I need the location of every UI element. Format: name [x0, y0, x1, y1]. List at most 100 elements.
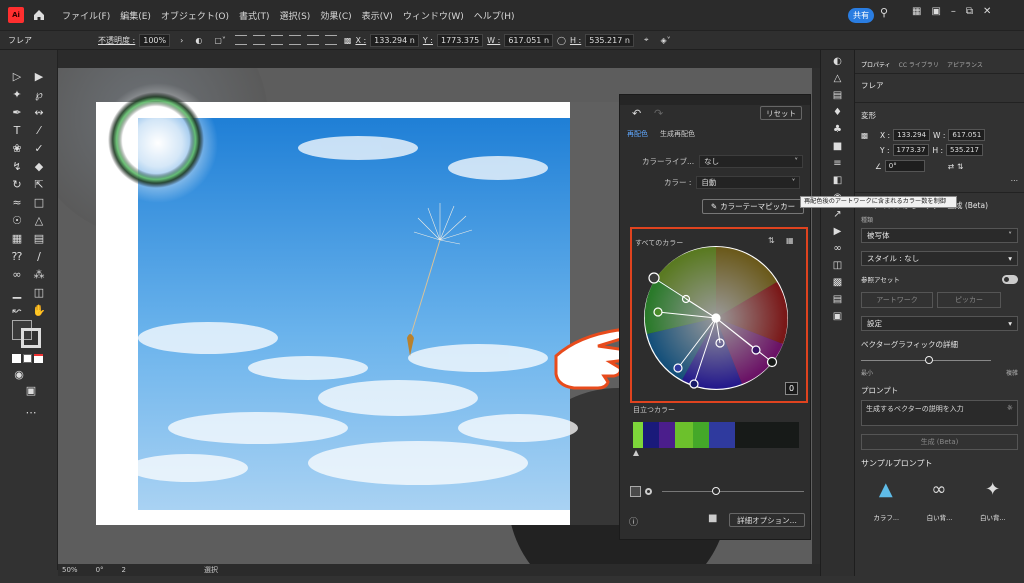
close-icon[interactable]: ✕: [983, 6, 991, 17]
canvas-vertical-scrollbar[interactable]: [812, 68, 820, 564]
draw-mode-icon[interactable]: ◉: [12, 368, 26, 382]
h-field[interactable]: 535.217 n: [585, 33, 634, 47]
actions-panel-icon[interactable]: ▶: [832, 226, 844, 237]
opacity-field[interactable]: 100%: [139, 33, 171, 47]
rocket-icon[interactable]: ▲: [879, 479, 893, 500]
links-panel-icon[interactable]: ∞: [832, 243, 844, 254]
reference-asset-toggle[interactable]: [1002, 274, 1018, 284]
saturation-slider-track[interactable]: [662, 491, 804, 492]
direct-selection-tool-icon[interactable]: ▶: [32, 70, 46, 84]
prominent-color-swatch[interactable]: [643, 422, 659, 448]
reference-point-icon[interactable]: ▩: [344, 36, 352, 45]
reset-button[interactable]: リセット: [760, 106, 802, 120]
align-top-icon[interactable]: [288, 35, 301, 45]
menu-view[interactable]: 表示(V): [362, 9, 393, 22]
lightbulb-icon[interactable]: ☼: [1007, 404, 1013, 422]
type-tool-icon[interactable]: T: [10, 124, 24, 138]
h-field[interactable]: 535.217: [946, 144, 983, 156]
align-panel-icon[interactable]: ▤: [832, 294, 844, 305]
angle-field[interactable]: 0°: [884, 160, 925, 172]
w-field[interactable]: 617.051: [948, 129, 986, 141]
artboard-nav[interactable]: 2: [122, 566, 126, 574]
align-right-icon[interactable]: [270, 35, 283, 45]
status-mode[interactable]: 選択: [204, 565, 218, 575]
prominent-color-swatch[interactable]: [675, 422, 693, 448]
home-icon[interactable]: [32, 8, 46, 22]
tab-appearance[interactable]: アピアランス: [947, 60, 983, 69]
align-bottom-icon[interactable]: [324, 35, 337, 45]
prominent-color-swatch[interactable]: [659, 422, 675, 448]
settings-select[interactable]: 設定 ▾: [861, 316, 1018, 331]
tab-generative-recolor[interactable]: 生成再配色: [660, 129, 695, 139]
rotation-field[interactable]: 0°: [96, 566, 104, 574]
menu-window[interactable]: ウィンドウ(W): [403, 9, 464, 22]
picker-button[interactable]: ピッカー: [937, 292, 1001, 308]
symbol-sprayer-tool-icon[interactable]: ⁂: [32, 268, 46, 282]
color-mode-icons[interactable]: [12, 354, 43, 363]
restore-icon[interactable]: ⧉: [966, 6, 973, 17]
detail-options-button[interactable]: 詳細オプション...: [729, 513, 805, 527]
eyedropper-tool-icon[interactable]: ⁇: [10, 250, 24, 264]
opacity-label[interactable]: 不透明度 :: [98, 35, 135, 46]
workspace-icon[interactable]: ▦: [912, 6, 921, 17]
measure-tool-icon[interactable]: ∕: [32, 250, 46, 264]
prominent-color-swatch[interactable]: [693, 422, 709, 448]
arrange-icon[interactable]: ▣: [931, 6, 940, 17]
free-transform-tool-icon[interactable]: □: [32, 196, 46, 210]
slider-thumb[interactable]: [925, 356, 933, 364]
selection-tool-icon[interactable]: ▷: [10, 70, 24, 84]
shape-builder-tool-icon[interactable]: ☉: [10, 214, 24, 228]
scale-tool-icon[interactable]: ⇱: [32, 178, 46, 192]
bird-icon[interactable]: ✦: [985, 479, 1000, 500]
colors-count-select[interactable]: 自動 ˅: [696, 176, 801, 189]
fill-stroke-icon[interactable]: [12, 320, 42, 348]
layers-panel-icon[interactable]: △: [832, 73, 844, 84]
tab-cc-libraries[interactable]: CC ライブラリ: [899, 60, 939, 69]
brushes-panel-icon[interactable]: ♦: [832, 107, 844, 118]
pathfinder-panel-icon[interactable]: ▣: [832, 311, 844, 322]
lasso-tool-icon[interactable]: ℘: [32, 88, 46, 102]
swatch-slider-handle[interactable]: [633, 450, 639, 456]
x-field[interactable]: 133.294 n: [370, 33, 419, 47]
properties-panel-icon[interactable]: ◐: [832, 56, 844, 67]
prominent-colors-strip[interactable]: [633, 422, 799, 448]
prominent-color-swatch[interactable]: [767, 422, 799, 448]
undo-icon[interactable]: ↶: [632, 107, 641, 120]
transform-panel-icon[interactable]: ▩: [832, 277, 844, 288]
line-tool-icon[interactable]: ⁄: [32, 124, 46, 138]
brightness-icon[interactable]: [645, 488, 652, 495]
perspective-tool-icon[interactable]: △: [32, 214, 46, 228]
prominent-color-swatch[interactable]: [633, 422, 643, 448]
generate-button[interactable]: 生成 (Beta): [861, 434, 1018, 450]
width-tool-icon[interactable]: ≈: [10, 196, 24, 210]
sample-label[interactable]: カラフ...: [873, 512, 899, 522]
screen-mode-icon[interactable]: ▣: [24, 384, 38, 398]
libraries-panel-icon[interactable]: ▤: [832, 90, 844, 101]
color-wheel[interactable]: [642, 244, 790, 392]
reference-point-icon[interactable]: ▩: [861, 131, 877, 140]
pen-tool-icon[interactable]: ✒: [10, 106, 24, 120]
folder-icon[interactable]: ■: [708, 513, 717, 524]
y-field[interactable]: 1773.375: [436, 33, 484, 47]
flip-horizontal-icon[interactable]: ⇄: [948, 162, 954, 171]
more-options-icon[interactable]: ⋯: [855, 176, 1024, 189]
artboards-panel-icon[interactable]: ◫: [832, 260, 844, 271]
redo-icon[interactable]: ↷: [654, 107, 663, 120]
search-icon[interactable]: ⚲: [880, 6, 888, 19]
saturation-slider-thumb[interactable]: [712, 487, 720, 495]
style-select[interactable]: スタイル : なし ▾: [861, 251, 1018, 266]
prominent-color-swatch[interactable]: [709, 422, 735, 448]
tab-properties[interactable]: プロパティ: [861, 60, 891, 69]
color-theme-picker-button[interactable]: ✎ カラーテーマピッカー: [702, 199, 804, 214]
blend-tool-icon[interactable]: ∞: [10, 268, 24, 282]
gradient-tool-icon[interactable]: ▤: [32, 232, 46, 246]
mesh-tool-icon[interactable]: ▦: [10, 232, 24, 246]
menu-file[interactable]: ファイル(F): [62, 9, 110, 22]
x-field[interactable]: 133.294: [893, 129, 931, 141]
recolor-panel-grip[interactable]: [620, 95, 810, 105]
minimize-icon[interactable]: –: [951, 6, 956, 17]
menu-type[interactable]: 書式(T): [239, 9, 270, 22]
menu-edit[interactable]: 編集(E): [120, 9, 151, 22]
magic-wand-tool-icon[interactable]: ✦: [10, 88, 24, 102]
link-icon[interactable]: ◯: [557, 36, 566, 45]
